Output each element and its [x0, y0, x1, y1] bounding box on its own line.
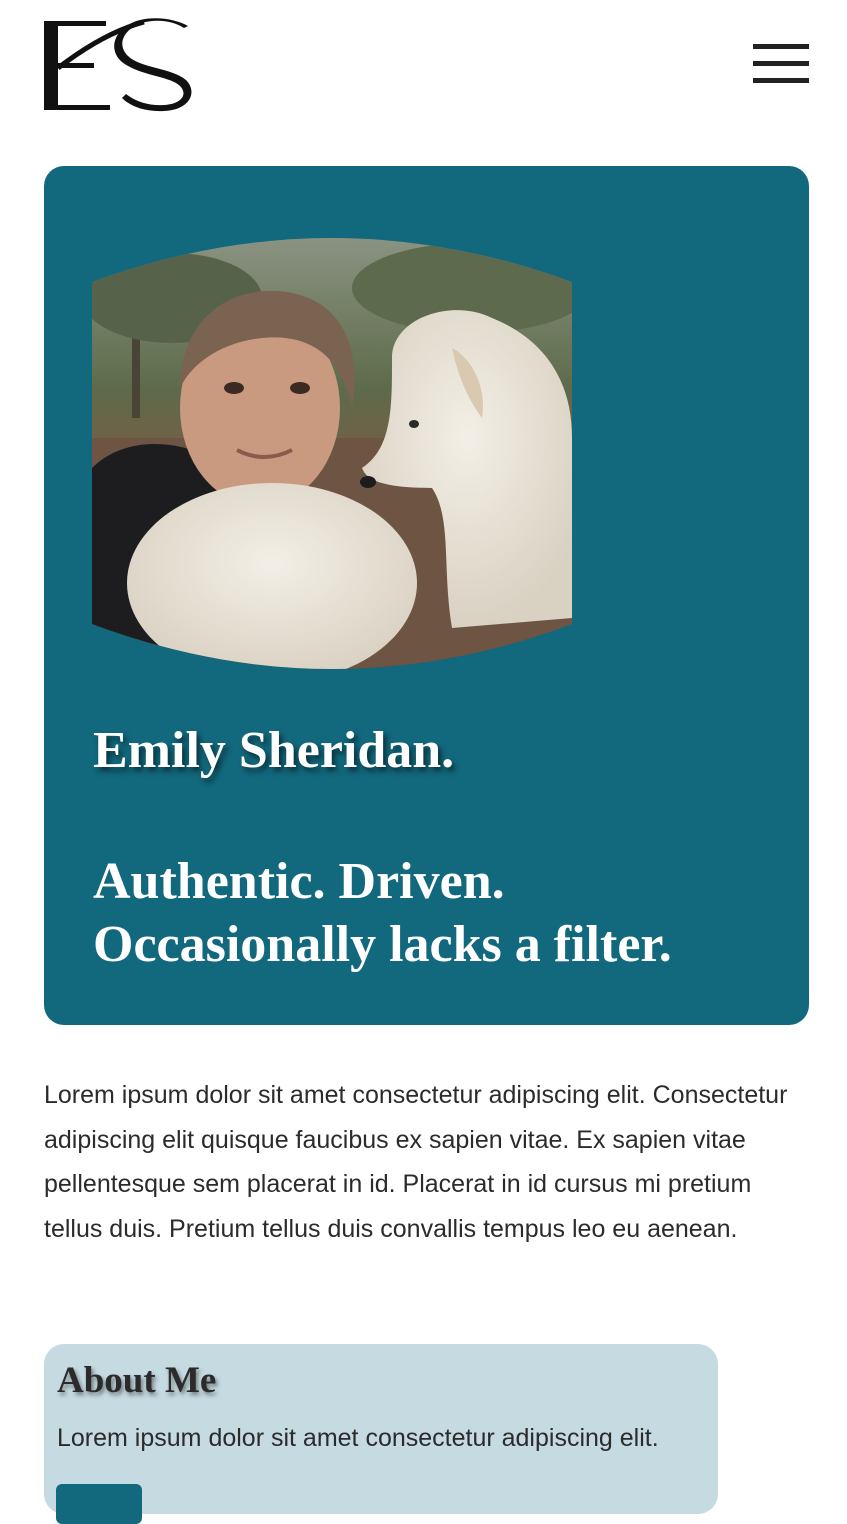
profile-photo: [92, 238, 572, 669]
es-logo[interactable]: [44, 18, 194, 113]
hero-card: Emily Sheridan. Authentic. Driven. Occas…: [44, 166, 809, 1025]
site-header: [44, 18, 809, 118]
about-me-button[interactable]: [56, 1484, 142, 1524]
about-me-card: About Me Lorem ipsum dolor sit amet cons…: [44, 1344, 718, 1524]
about-me-title: About Me: [57, 1360, 217, 1401]
hero-tagline: Authentic. Driven. Occasionally lacks a …: [93, 853, 672, 973]
hamburger-menu-button[interactable]: [753, 44, 809, 84]
intro-paragraph: Lorem ipsum dolor sit amet consectetur a…: [44, 1081, 788, 1243]
es-monogram-icon: [44, 18, 192, 112]
about-me-text: Lorem ipsum dolor sit amet consectetur a…: [57, 1424, 659, 1452]
hero-title: Emily Sheridan.: [93, 722, 455, 779]
